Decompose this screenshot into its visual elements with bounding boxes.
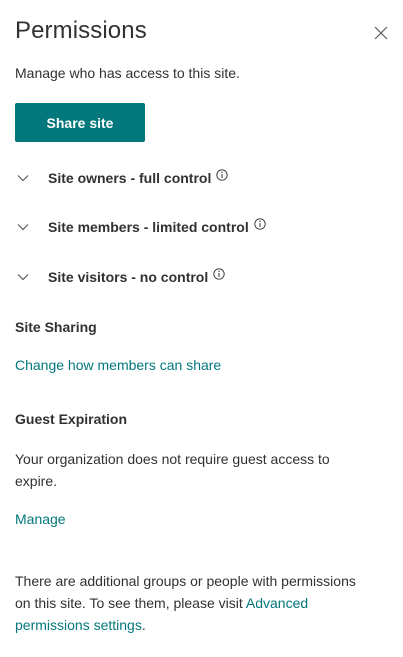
info-icon[interactable] — [213, 268, 225, 280]
chevron-down-icon[interactable] — [15, 219, 31, 235]
manage-link[interactable]: Manage — [15, 511, 66, 527]
permissions-panel: Permissions Manage who has access to thi… — [0, 0, 403, 657]
site-sharing-heading: Site Sharing — [15, 319, 97, 335]
panel-title: Permissions — [15, 17, 147, 44]
group-row-site-visitors[interactable]: Site visitors - no control — [15, 266, 225, 288]
group-label: Site visitors - no control — [48, 269, 209, 285]
group-row-site-members[interactable]: Site members - limited control — [15, 216, 266, 238]
info-icon[interactable] — [216, 169, 229, 181]
group-label: Site owners - full control — [48, 170, 212, 186]
footer-text-suffix: . — [141, 617, 146, 633]
change-sharing-link[interactable]: Change how members can share — [15, 357, 221, 373]
close-button[interactable] — [370, 22, 392, 44]
close-icon — [374, 26, 388, 40]
guest-expiration-heading: Guest Expiration — [15, 411, 128, 427]
chevron-down-icon[interactable] — [15, 269, 31, 285]
group-row-site-owners[interactable]: Site owners - full control — [15, 167, 229, 189]
chevron-down-icon[interactable] — [15, 170, 31, 186]
share-site-button[interactable]: Share site — [15, 103, 145, 142]
panel-subtitle: Manage who has access to this site. — [15, 65, 240, 81]
info-icon[interactable] — [254, 218, 266, 230]
guest-expiration-description: Your organization does not require guest… — [15, 451, 330, 489]
group-label: Site members - limited control — [48, 219, 249, 235]
footer-note: There are additional groups or people wi… — [15, 570, 375, 636]
